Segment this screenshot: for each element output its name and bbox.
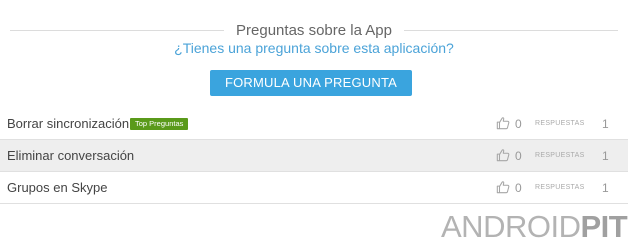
question-row[interactable]: Grupos en Skype 0 RESPUESTAS 1 — [0, 172, 628, 204]
question-list: Borrar sincronización Top Preguntas 0 RE… — [0, 108, 628, 204]
thumbs-up-icon[interactable] — [496, 148, 510, 162]
answers-count: 1 — [602, 116, 609, 131]
top-questions-badge: Top Preguntas — [130, 118, 189, 130]
divider-right — [403, 29, 619, 31]
thumbs-up-icon[interactable] — [496, 180, 510, 194]
question-title[interactable]: Borrar sincronización — [7, 116, 129, 131]
question-row[interactable]: Borrar sincronización Top Preguntas 0 RE… — [0, 108, 628, 140]
watermark-android: ANDROID — [441, 209, 581, 244]
watermark-pit: PIT — [580, 209, 628, 244]
divider-left — [10, 29, 225, 31]
answers-label: RESPUESTAS — [535, 152, 585, 159]
answers-count: 1 — [602, 180, 609, 195]
question-row[interactable]: Eliminar conversación 0 RESPUESTAS 1 — [0, 140, 628, 172]
like-count: 0 — [515, 116, 522, 131]
page: Preguntas sobre la App ¿Tienes una pregu… — [0, 0, 628, 245]
section-header: Preguntas sobre la App — [0, 18, 628, 42]
question-title[interactable]: Eliminar conversación — [7, 148, 134, 163]
section-title: Preguntas sobre la App — [236, 21, 392, 39]
ask-question-link[interactable]: ¿Tienes una pregunta sobre esta aplicaci… — [0, 40, 628, 56]
answers-label: RESPUESTAS — [535, 120, 585, 127]
like-count: 0 — [515, 180, 522, 195]
like-count: 0 — [515, 148, 522, 163]
question-title[interactable]: Grupos en Skype — [7, 180, 107, 195]
androidpit-watermark: ANDROIDPIT — [441, 209, 628, 244]
ask-question-button[interactable]: FORMULA UNA PREGUNTA — [210, 70, 412, 96]
answers-count: 1 — [602, 148, 609, 163]
answers-label: RESPUESTAS — [535, 184, 585, 191]
thumbs-up-icon[interactable] — [496, 116, 510, 130]
